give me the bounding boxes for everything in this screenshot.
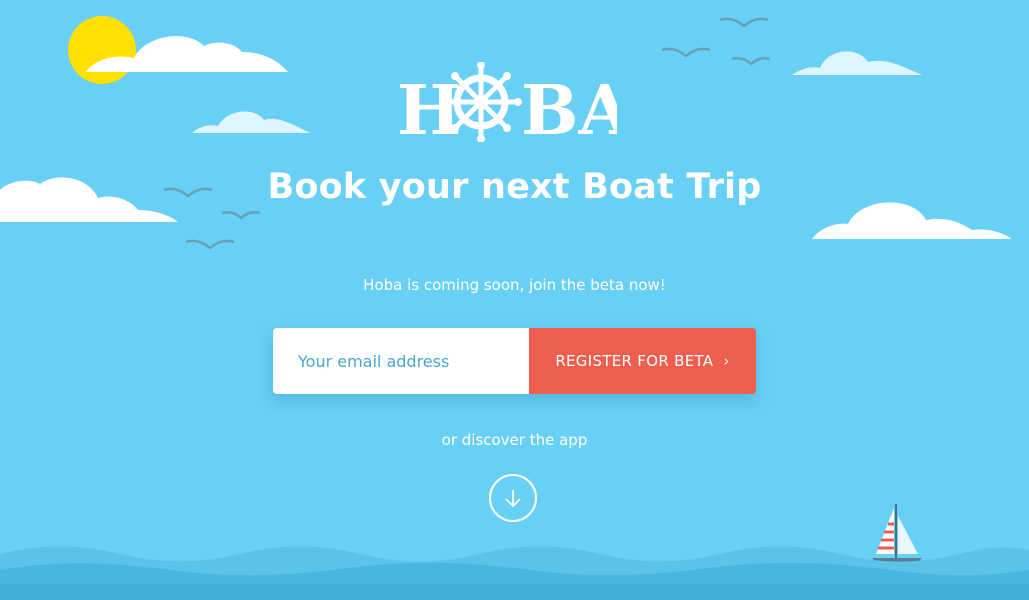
bird-icon — [732, 56, 770, 66]
hoba-logo: H BA — [397, 62, 617, 142]
cloud-icon — [192, 111, 310, 133]
discover-app-text: or discover the app — [441, 431, 588, 449]
bird-icon — [662, 47, 710, 58]
scroll-down-button[interactable] — [489, 474, 537, 522]
logo-letter-h: H — [397, 71, 461, 142]
bird-icon — [186, 239, 234, 250]
hero-scene: H BA Book your next Boat Trip Hoba is co… — [0, 0, 1029, 600]
email-input[interactable] — [273, 328, 529, 394]
beta-signup-form: REGISTER FOR BETA › — [273, 328, 756, 394]
register-beta-label: REGISTER FOR BETA — [555, 352, 714, 370]
ship-wheel-icon — [440, 62, 522, 142]
bird-icon — [222, 210, 260, 220]
arrow-down-icon — [505, 490, 521, 508]
register-beta-button[interactable]: REGISTER FOR BETA › — [529, 328, 756, 394]
bird-icon — [720, 17, 768, 28]
chevron-right-icon: › — [723, 352, 730, 370]
page-title: Book your next Boat Trip — [267, 167, 762, 207]
cloud-icon — [86, 36, 288, 72]
page-subtitle: Hoba is coming soon, join the beta now! — [363, 276, 666, 294]
logo-letters-ba: BA — [521, 71, 617, 142]
sea-waves — [0, 546, 1029, 600]
cloud-icon — [792, 51, 922, 75]
